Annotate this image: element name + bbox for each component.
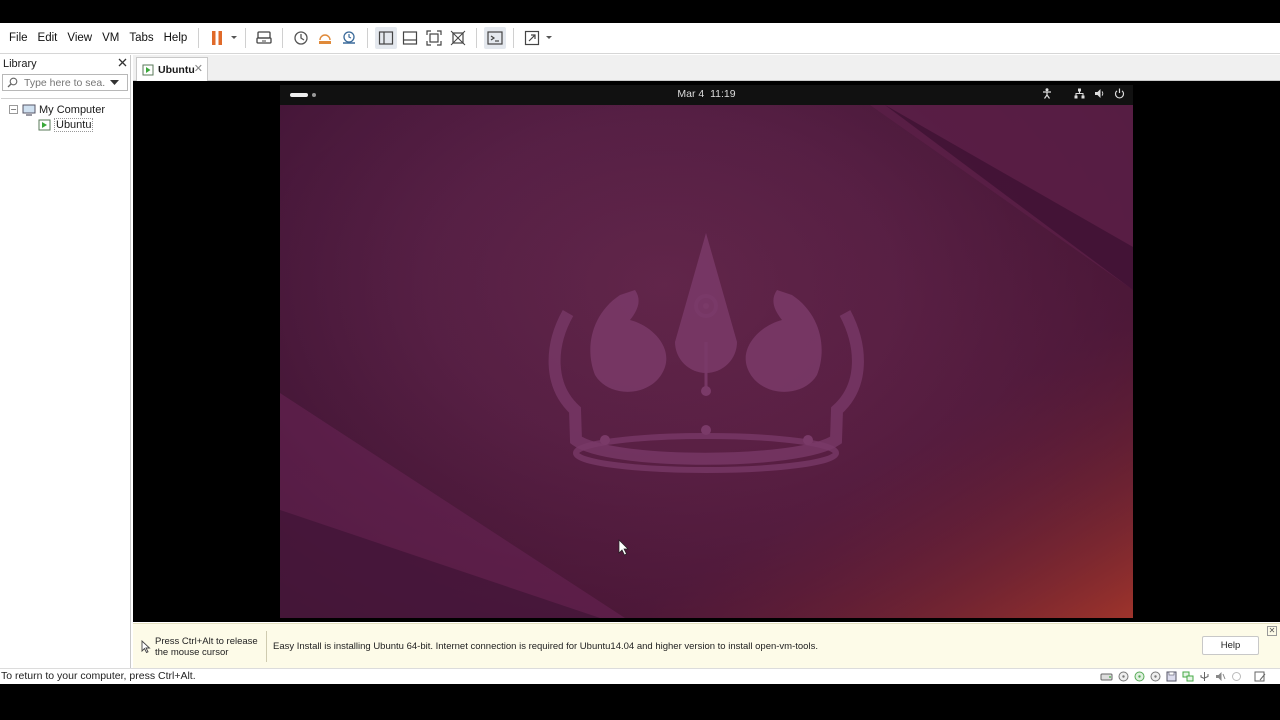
unity-icon [450,30,466,46]
search-dropdown-icon[interactable] [110,79,119,86]
show-library-button[interactable] [375,27,398,49]
revert-snapshot-icon [319,34,332,44]
snapshot-button[interactable] [290,27,312,49]
toolbar-separator [245,28,247,48]
system-tray[interactable] [1033,88,1125,99]
guest-screen[interactable]: Mar 4 11:19 [280,85,1133,618]
thumbnail-bar-button[interactable] [399,27,421,49]
cd-icon[interactable] [1150,671,1161,682]
clock-date: Mar 4 [677,88,705,100]
wallpaper-art [280,105,1133,618]
search-icon [7,77,18,88]
mouse-pointer-icon [141,640,151,654]
snapshot-icon [294,31,308,45]
power-dropdown[interactable] [229,27,239,49]
sound-icon[interactable] [1215,671,1226,682]
status-bar: To return to your computer, press Ctrl+A… [0,668,1280,684]
help-button[interactable]: Help [1202,636,1259,655]
tree-label: My Computer [39,103,106,116]
stretch-guest-icon [525,30,540,46]
vm-running-icon [142,64,154,75]
send-ctrl-alt-del-button[interactable] [253,27,275,49]
thumbnail-bar-icon [403,31,418,45]
send-ctrl-alt-del-icon [256,31,272,44]
release-cursor-hint: Press Ctrl+Alt to release the mouse curs… [155,636,265,658]
accessibility-icon [1042,88,1052,99]
tree-item-my-computer[interactable]: − My Computer [1,102,130,117]
console-view-button[interactable] [484,27,507,49]
vm-console[interactable]: Mar 4 11:19 [133,81,1280,622]
hint-line-1: Press Ctrl+Alt to release [155,636,258,647]
toolbar-separator [282,28,284,48]
console-view-icon [487,31,503,45]
message-icon[interactable] [1254,671,1266,682]
computer-icon [22,104,36,116]
show-library-icon [379,31,394,45]
full-screen-button[interactable] [423,27,445,49]
network-icon[interactable] [1182,671,1194,682]
full-screen-icon [426,30,442,46]
stretch-guest-button[interactable] [521,27,543,49]
device-status-icons [1095,671,1266,682]
usb-icon[interactable] [1199,671,1210,682]
status-text: To return to your computer, press Ctrl+A… [1,670,196,682]
tab-ubuntu[interactable]: Ubuntu ✕ [136,57,208,81]
tab-label: Ubuntu [158,63,195,76]
chevron-down-icon [546,36,553,39]
menu-vm[interactable]: VM [97,23,124,54]
easy-install-message: Easy Install is installing Ubuntu 64-bit… [273,641,818,652]
menu-edit[interactable]: Edit [33,23,63,54]
vm-running-icon [38,119,51,130]
desktop-wallpaper[interactable] [280,105,1133,618]
easy-install-infobar: Press Ctrl+Alt to release the mouse curs… [133,623,1280,668]
snapshot-manager-icon [343,31,356,44]
toolbar-separator [198,28,200,48]
close-icon [118,58,127,66]
clock[interactable]: Mar 4 11:19 [280,88,1133,100]
network-icon [1074,88,1085,99]
hard-disk-icon[interactable] [1100,671,1113,682]
menu-file[interactable]: File [4,23,33,54]
tree-label: Ubuntu [54,117,94,132]
toolbar-separator [367,28,369,48]
unity-button[interactable] [447,27,469,49]
library-search-input[interactable] [24,76,106,89]
cd-icon[interactable] [1118,671,1129,682]
hint-line-2: the mouse cursor [155,647,229,658]
toolbar-separator [476,28,478,48]
snapshot-manager-button[interactable] [338,27,360,49]
chevron-down-icon [231,36,238,39]
gnome-top-bar: Mar 4 11:19 [280,85,1133,105]
pause-button[interactable] [206,27,228,49]
toolbar-separator [513,28,515,48]
power-icon [1114,88,1125,99]
clock-time: 11:19 [710,88,736,100]
library-search [2,74,128,91]
menu-view[interactable]: View [62,23,97,54]
menu-help[interactable]: Help [159,23,193,54]
library-tree: − My Computer Ubuntu [1,98,130,673]
revert-snapshot-button[interactable] [314,27,336,49]
close-infobar-button[interactable]: ✕ [1267,626,1277,636]
library-title: Library [3,57,37,70]
printer-icon[interactable] [1231,671,1242,682]
volume-icon [1094,88,1105,99]
tree-item-ubuntu[interactable]: Ubuntu [1,117,130,132]
library-panel: Library − My Computer Ubuntu [0,55,131,674]
cd-icon[interactable] [1134,671,1145,682]
floppy-icon[interactable] [1166,671,1177,682]
vmware-window: File Edit View VM Tabs Help Library Type… [0,23,1280,684]
infobar-separator [266,631,267,662]
toolbar: File Edit View VM Tabs Help [0,23,1280,54]
pause-icon [212,31,223,45]
collapse-icon[interactable]: − [9,105,18,114]
stretch-dropdown[interactable] [544,27,554,49]
close-library-button[interactable] [118,58,127,70]
library-header: Library [0,55,130,72]
menu-tabs[interactable]: Tabs [124,23,158,54]
tab-strip: Ubuntu ✕ [133,55,1280,81]
close-tab-button[interactable]: ✕ [194,62,203,75]
